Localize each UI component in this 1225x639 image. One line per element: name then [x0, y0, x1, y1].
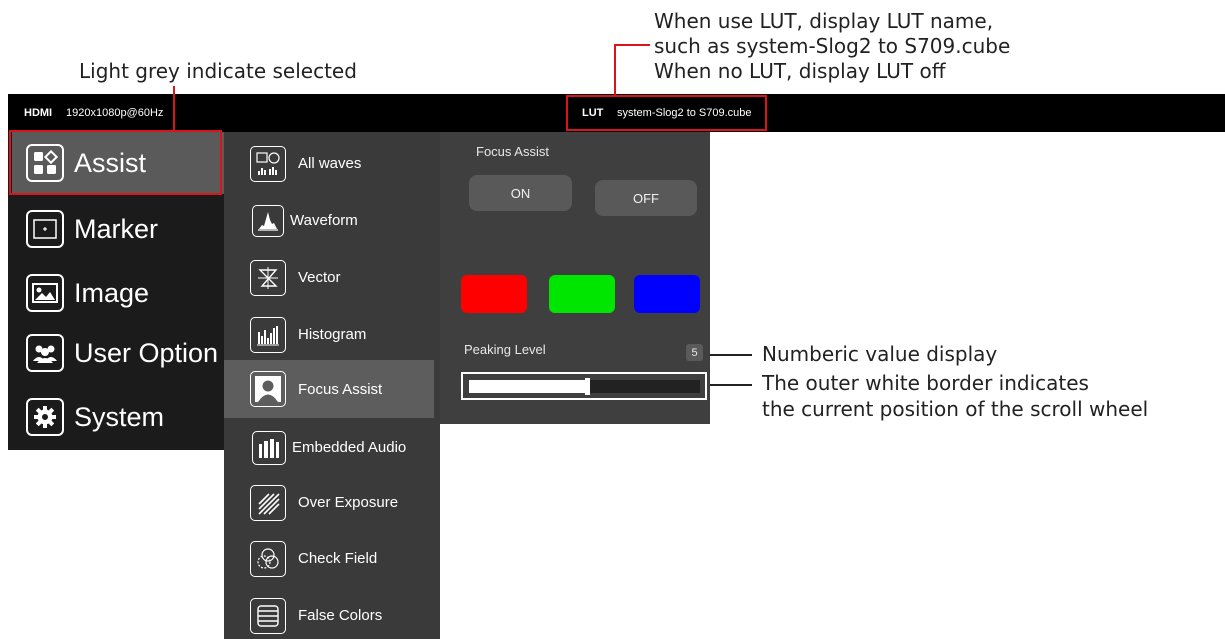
slider-track [469, 378, 700, 395]
histogram-icon [250, 316, 286, 353]
waveform-icon [252, 204, 284, 237]
peaking-level-value: 5 [686, 344, 703, 361]
false-colors-icon [250, 597, 286, 634]
image-icon [26, 274, 64, 312]
on-button[interactable]: ON [469, 175, 572, 211]
lut-pointer-vertical [614, 44, 616, 96]
border-annotation-line2: the current position of the scroll wheel [762, 397, 1149, 421]
all-waves-icon [250, 145, 286, 182]
lut-annotation-line1: When use LUT, display LUT name, [654, 9, 994, 33]
resolution-text: 1920x1080p@60Hz [66, 107, 164, 119]
value-pointer-line [710, 354, 752, 356]
submenu-item-check-field[interactable]: Check Field [224, 530, 440, 587]
submenu-label: Waveform [290, 212, 358, 229]
slider-thumb[interactable] [585, 378, 590, 395]
submenu-label: Vector [298, 269, 341, 286]
color-swatch-green[interactable] [549, 275, 615, 313]
focus-assist-icon [250, 371, 286, 407]
panel-title: Focus Assist [476, 144, 549, 159]
main-menu-item-system[interactable]: System [8, 386, 224, 448]
marker-icon [26, 210, 64, 248]
submenu-item-histogram[interactable]: Histogram [224, 306, 440, 363]
submenu-item-over-exposure[interactable]: Over Exposure [224, 474, 440, 531]
selected-pointer-line [173, 86, 175, 132]
focus-assist-panel: Focus Assist ON OFF Peaking Level 5 [440, 132, 710, 424]
submenu-item-focus-assist[interactable]: Focus Assist [224, 360, 434, 418]
check-field-icon [250, 540, 286, 577]
submenu-item-vector[interactable]: Vector [224, 249, 440, 306]
main-menu-item-marker[interactable]: Marker [8, 198, 224, 260]
main-menu-label: System [74, 401, 165, 432]
lut-highlight-box [566, 95, 767, 131]
main-menu-item-user-option[interactable]: User Option [8, 322, 224, 384]
vector-icon [250, 259, 286, 296]
main-menu-item-image[interactable]: Image [8, 262, 224, 324]
selected-annotation: Light grey indicate selected [79, 59, 357, 83]
peaking-level-slider[interactable] [461, 372, 707, 400]
main-menu-label: User Option [74, 337, 219, 368]
lut-pointer-horizontal [614, 44, 650, 46]
slider-fill [469, 380, 585, 393]
submenu-label: Histogram [298, 326, 367, 343]
lut-annotation-line2: such as system-Slog2 to S709.cube [654, 34, 1011, 58]
peaking-level-label: Peaking Level [464, 342, 546, 357]
submenu-label: All waves [298, 155, 362, 172]
submenu-item-false-colors[interactable]: False Colors [224, 587, 440, 639]
submenu-item-embedded-audio[interactable]: Embedded Audio [224, 419, 440, 476]
assist-submenu: All waves Waveform Vector Histogram Focu… [224, 132, 440, 639]
audio-icon [252, 430, 286, 465]
border-annotation-line1: The outer white border indicates [762, 371, 1089, 395]
input-label: HDMI [24, 107, 53, 119]
user-option-icon [26, 334, 64, 372]
over-exposure-icon [250, 484, 286, 521]
border-pointer-line [710, 384, 752, 386]
gear-icon [26, 398, 64, 436]
submenu-label: False Colors [298, 607, 383, 624]
submenu-item-waveform[interactable]: Waveform [224, 192, 440, 249]
color-swatch-red[interactable] [461, 275, 527, 313]
submenu-label: Focus Assist [298, 380, 383, 398]
color-swatch-blue[interactable] [634, 275, 700, 313]
off-button[interactable]: OFF [595, 180, 697, 216]
lut-annotation-line3: When no LUT, display LUT off [654, 59, 946, 83]
submenu-label: Over Exposure [298, 494, 399, 511]
main-menu-label: Marker [74, 213, 159, 244]
submenu-label: Check Field [298, 550, 378, 567]
submenu-item-all-waves[interactable]: All waves [224, 135, 440, 192]
value-annotation: Numberic value display [762, 342, 998, 366]
main-menu-label: Image [74, 277, 150, 308]
selected-highlight-box [9, 130, 222, 195]
submenu-label: Embedded Audio [292, 439, 407, 456]
